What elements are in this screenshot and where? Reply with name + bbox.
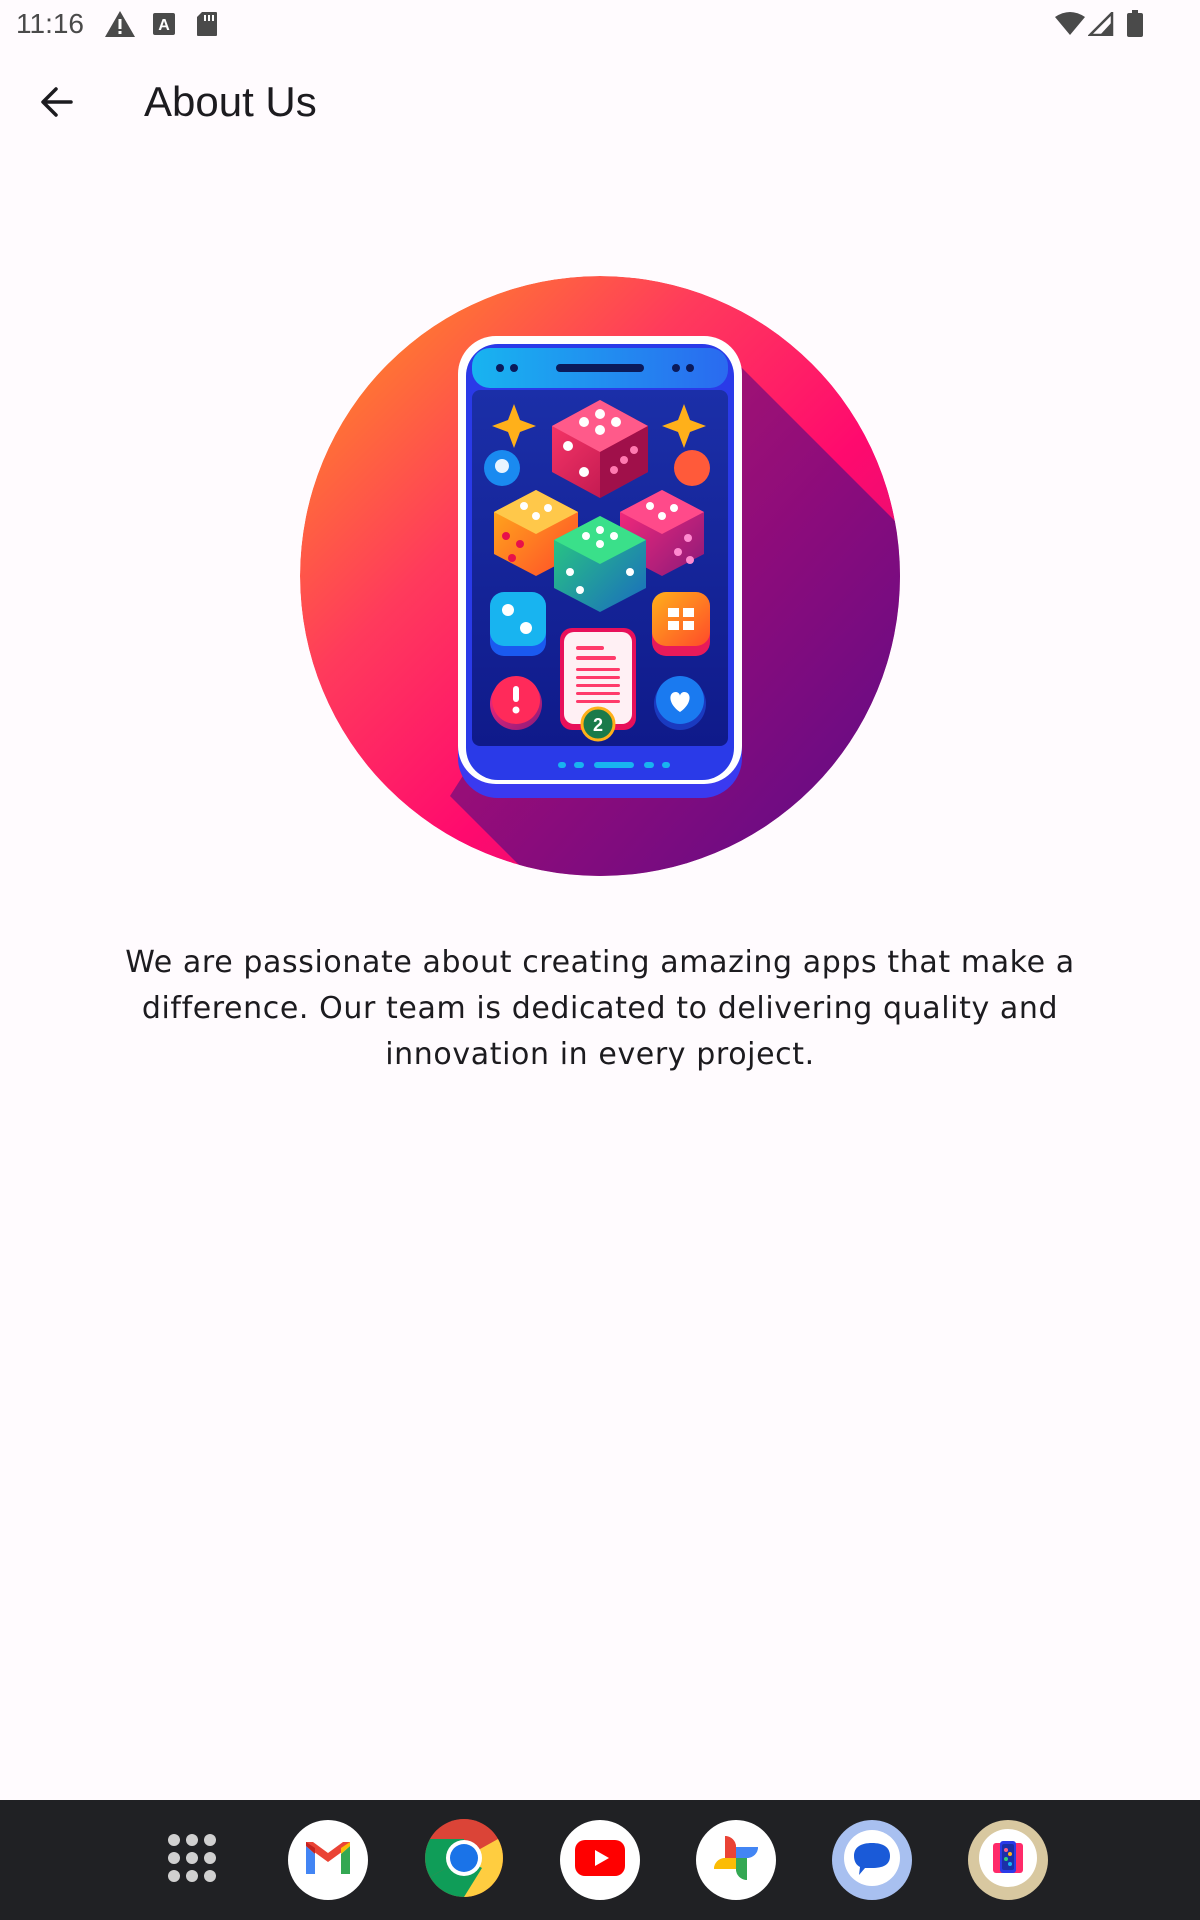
hero-badge-number: 2 [593, 715, 603, 735]
chrome-button[interactable] [424, 1818, 504, 1903]
status-bar: 11:16 A [0, 0, 1200, 48]
signal-icon [1086, 9, 1114, 41]
taskbar-dock [0, 1800, 1200, 1920]
text-a-icon: A [152, 12, 176, 41]
wifi-icon [1054, 12, 1086, 41]
about-description: We are passionate about creating amazing… [125, 945, 1075, 1072]
sd-card-icon [196, 11, 218, 42]
dice-app-icon [973, 1823, 1043, 1898]
app-bar: About Us [0, 48, 1200, 160]
messages-button[interactable] [832, 1820, 912, 1900]
chrome-icon [424, 1818, 504, 1903]
app-drawer-button[interactable] [152, 1820, 232, 1900]
youtube-button[interactable] [560, 1820, 640, 1900]
gmail-button[interactable] [288, 1820, 368, 1900]
messages-icon [837, 1823, 907, 1898]
battery-icon [1126, 10, 1144, 43]
photos-icon [710, 1832, 762, 1889]
app-drawer-icon [166, 1832, 218, 1889]
gmail-icon [303, 1838, 353, 1883]
arrow-back-icon [38, 84, 74, 125]
youtube-icon [575, 1839, 625, 1881]
hero-image: 2 [300, 276, 900, 876]
dice-app-button[interactable] [968, 1820, 1048, 1900]
photos-button[interactable] [696, 1820, 776, 1900]
warning-icon [104, 10, 136, 43]
svg-text:A: A [158, 17, 170, 34]
status-time: 11:16 [16, 8, 84, 39]
about-us-screen: 11:16 A About Us 2 We are passionate abo… [0, 0, 1200, 1920]
page-title: About Us [144, 78, 317, 125]
back-button[interactable] [22, 70, 90, 138]
